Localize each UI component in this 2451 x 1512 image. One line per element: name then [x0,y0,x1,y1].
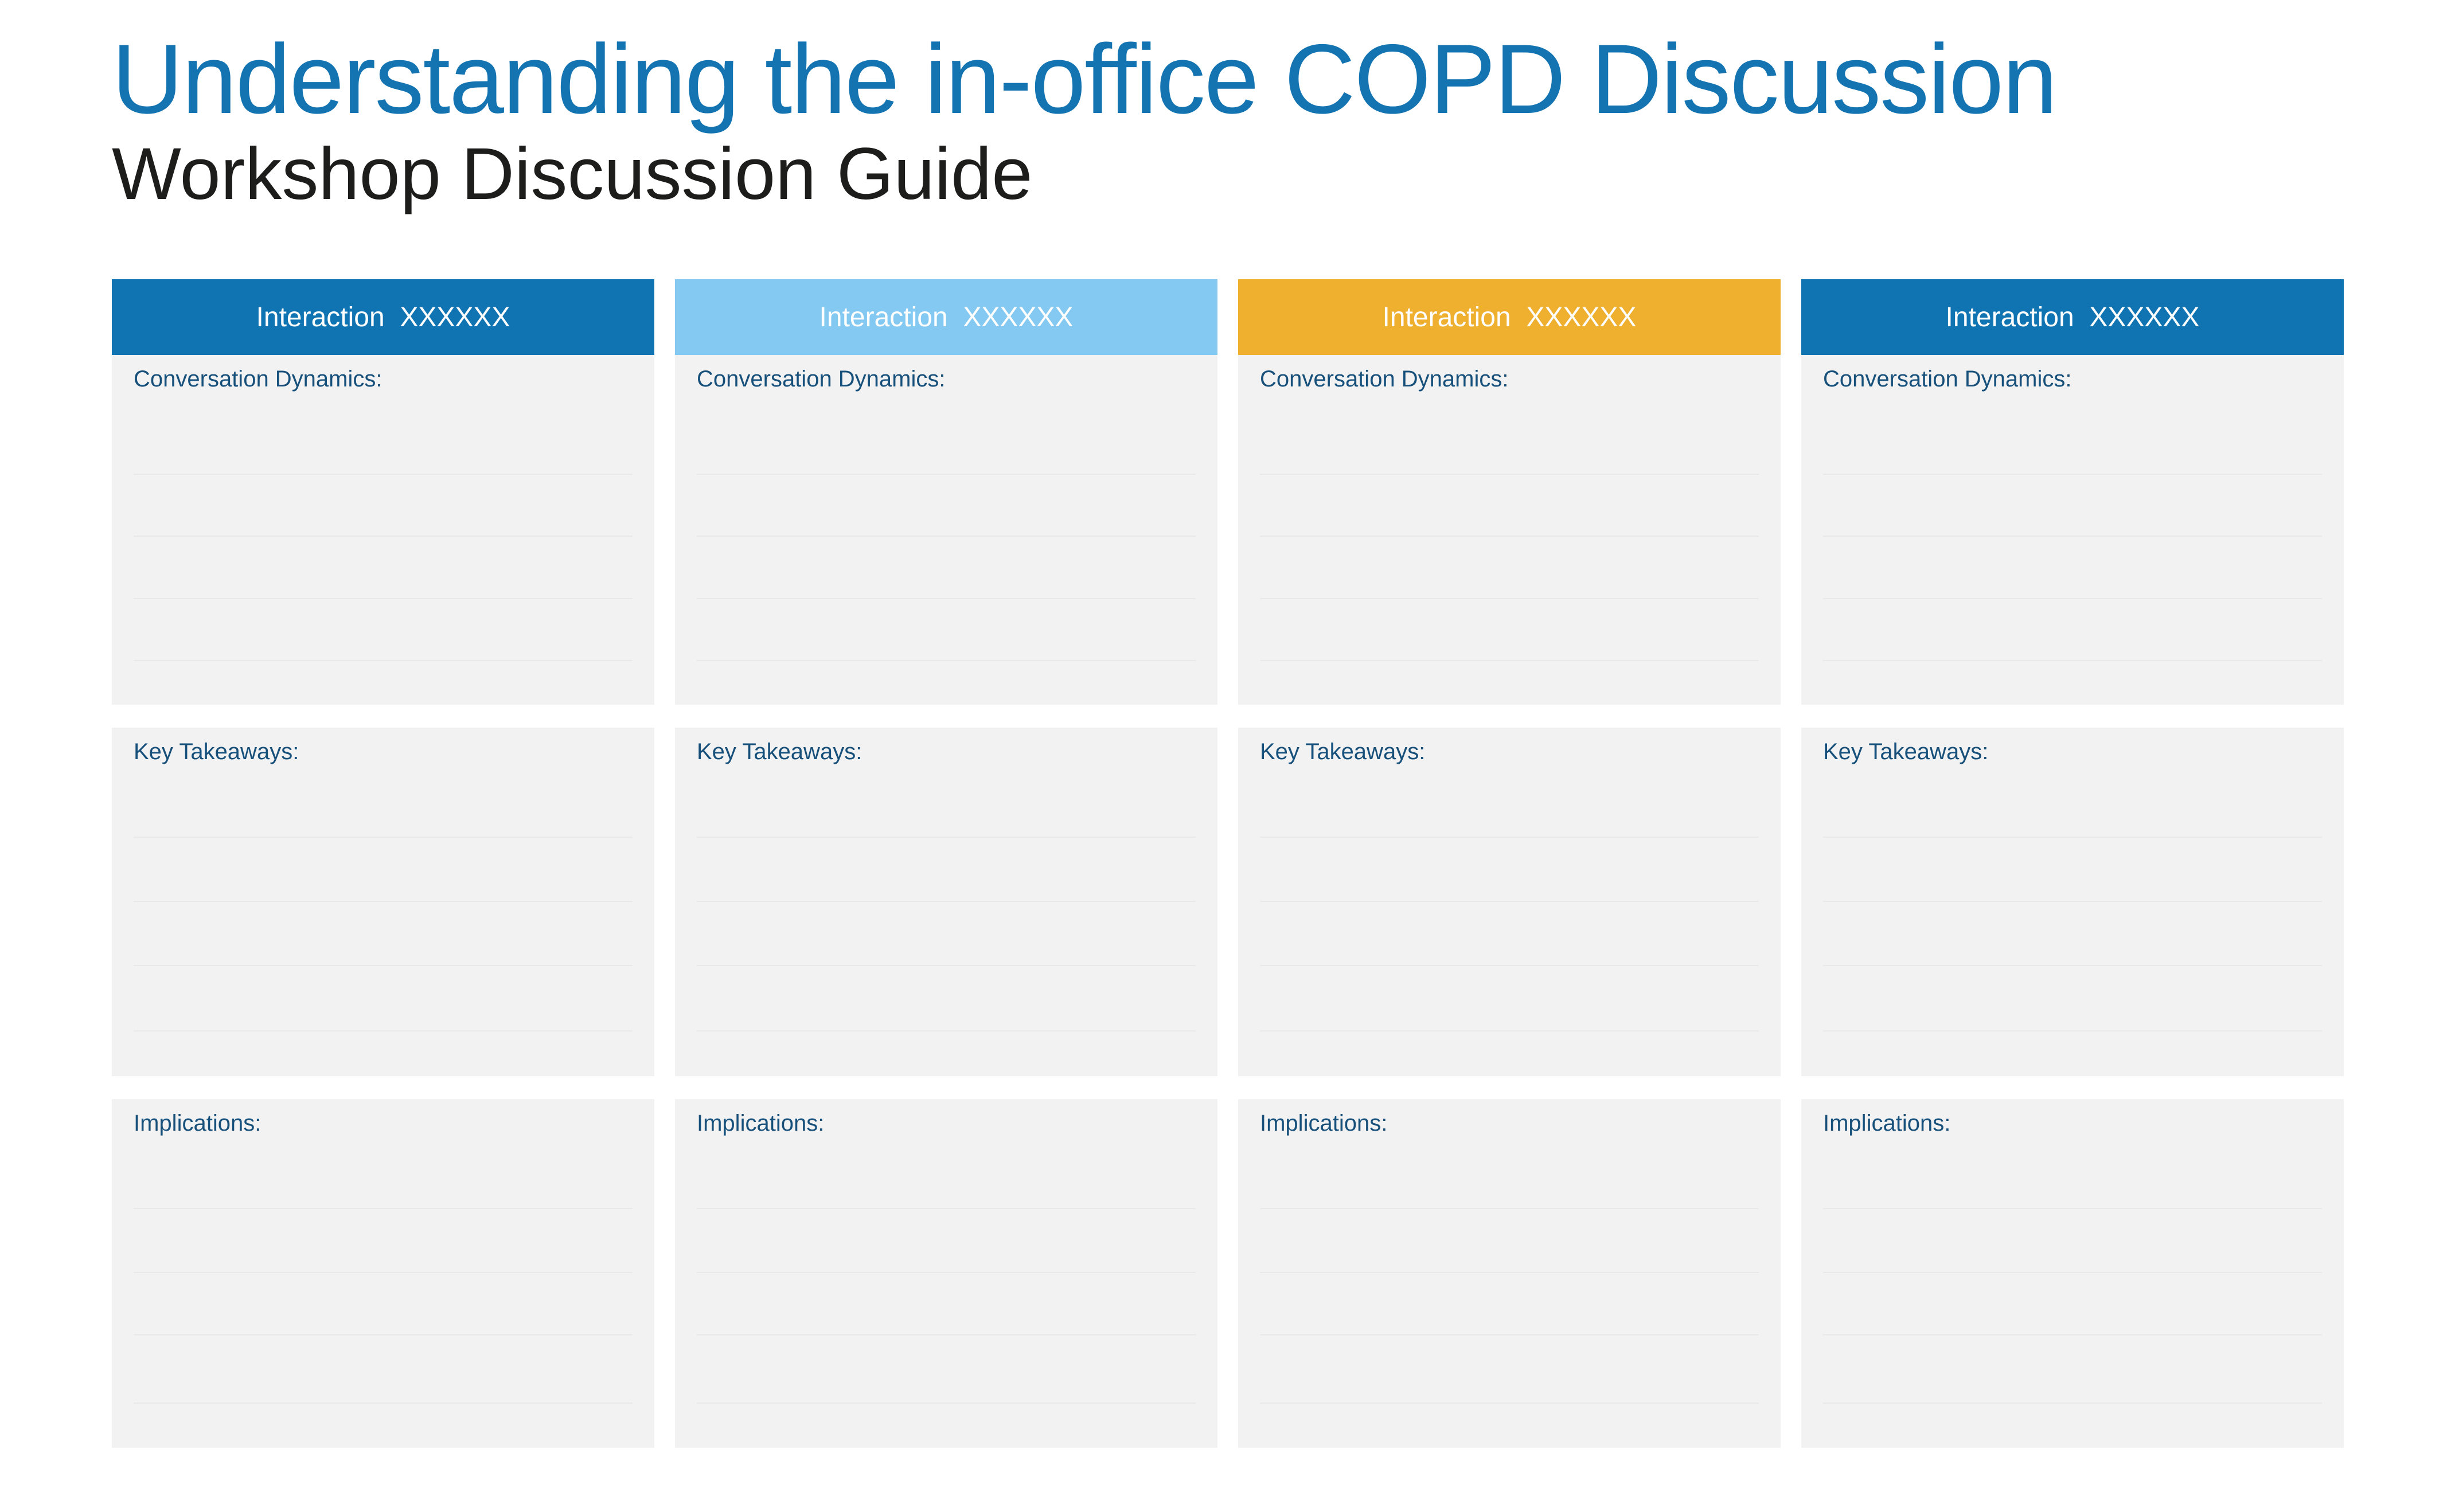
writing-line [697,1208,1196,1209]
writing-line [697,1402,1196,1404]
writing-line [1823,660,2322,661]
writing-line [134,536,633,537]
writing-line [1823,1208,2322,1209]
interaction-grid: Interaction XXXXXX Conversation Dynamics… [112,279,2344,1448]
interaction-column-2: Interaction XXXXXX Conversation Dynamics… [675,279,1217,1448]
implications-panel[interactable]: Implications: [1238,1099,1781,1448]
writing-line [134,965,633,966]
conversation-dynamics-label: Conversation Dynamics: [134,366,383,392]
implications-panel[interactable]: Implications: [675,1099,1217,1448]
writing-line [697,536,1196,537]
writing-line [1260,1030,1759,1032]
key-takeaways-panel[interactable]: Key Takeaways: [675,728,1217,1076]
writing-line [1823,965,2322,966]
implications-label: Implications: [1823,1111,1951,1136]
writing-line [1260,1272,1759,1273]
key-takeaways-label: Key Takeaways: [134,739,299,764]
writing-line [1823,837,2322,838]
writing-line [1260,1334,1759,1335]
writing-line [1823,1334,2322,1335]
writing-line [134,1208,633,1209]
implications-label: Implications: [697,1111,825,1136]
interaction-header: Interaction XXXXXX [1801,279,2344,355]
writing-line [134,1272,633,1273]
interaction-column-4: Interaction XXXXXX Conversation Dynamics… [1801,279,2344,1448]
implications-panel[interactable]: Implications: [1801,1099,2344,1448]
writing-line [1823,901,2322,902]
writing-line [1260,901,1759,902]
writing-line [697,474,1196,475]
writing-line [1260,474,1759,475]
writing-line [697,660,1196,661]
writing-line [134,660,633,661]
conversation-dynamics-label: Conversation Dynamics: [1260,366,1509,392]
writing-line [1260,837,1759,838]
key-takeaways-panel[interactable]: Key Takeaways: [1801,728,2344,1076]
key-takeaways-panel[interactable]: Key Takeaways: [112,728,654,1076]
writing-line [1823,1402,2322,1404]
key-takeaways-label: Key Takeaways: [1823,739,1989,764]
writing-line [1823,1272,2322,1273]
key-takeaways-label: Key Takeaways: [697,739,862,764]
key-takeaways-label: Key Takeaways: [1260,739,1426,764]
writing-line [1260,598,1759,599]
conversation-dynamics-panel[interactable]: Conversation Dynamics: [675,355,1217,705]
writing-line [1823,474,2322,475]
interaction-column-1: Interaction XXXXXX Conversation Dynamics… [112,279,654,1448]
writing-line [697,1334,1196,1335]
writing-line [1823,1030,2322,1032]
implications-label: Implications: [134,1111,262,1136]
writing-line [697,901,1196,902]
writing-line [697,1272,1196,1273]
writing-line [134,598,633,599]
implications-label: Implications: [1260,1111,1388,1136]
writing-line [1260,1208,1759,1209]
interaction-column-3: Interaction XXXXXX Conversation Dynamics… [1238,279,1781,1448]
key-takeaways-panel[interactable]: Key Takeaways: [1238,728,1781,1076]
worksheet-page: Understanding the in-office COPD Discuss… [0,0,2451,1512]
implications-panel[interactable]: Implications: [112,1099,654,1448]
interaction-header: Interaction XXXXXX [1238,279,1781,355]
writing-line [1260,660,1759,661]
conversation-dynamics-panel[interactable]: Conversation Dynamics: [1801,355,2344,705]
page-subtitle: Workshop Discussion Guide [112,133,1033,215]
writing-line [1260,965,1759,966]
writing-line [134,837,633,838]
interaction-header: Interaction XXXXXX [675,279,1217,355]
writing-line [697,965,1196,966]
writing-line [1260,1402,1759,1404]
writing-line [1260,536,1759,537]
page-title: Understanding the in-office COPD Discuss… [112,24,2058,134]
writing-line [134,901,633,902]
conversation-dynamics-label: Conversation Dynamics: [1823,366,2072,392]
writing-line [134,474,633,475]
writing-line [134,1402,633,1404]
writing-line [1823,536,2322,537]
writing-line [697,1030,1196,1032]
writing-line [697,837,1196,838]
writing-line [1823,598,2322,599]
conversation-dynamics-panel[interactable]: Conversation Dynamics: [112,355,654,705]
writing-line [134,1030,633,1032]
writing-line [134,1334,633,1335]
interaction-header: Interaction XXXXXX [112,279,654,355]
writing-line [697,598,1196,599]
conversation-dynamics-panel[interactable]: Conversation Dynamics: [1238,355,1781,705]
conversation-dynamics-label: Conversation Dynamics: [697,366,946,392]
